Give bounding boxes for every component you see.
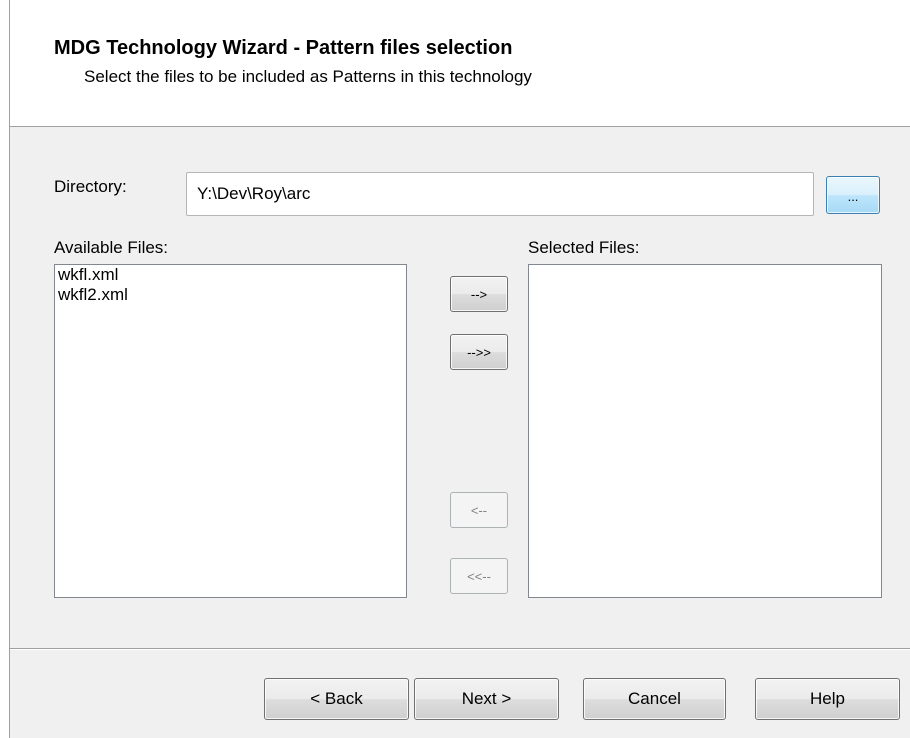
directory-input[interactable] [186, 172, 814, 216]
add-all-button[interactable]: -->> [450, 334, 508, 370]
next-button[interactable]: Next > [414, 678, 559, 720]
cancel-button[interactable]: Cancel [583, 678, 726, 720]
page-title: MDG Technology Wizard - Pattern files se… [54, 37, 513, 59]
available-files-list[interactable]: wkfl.xml wkfl2.xml [54, 264, 407, 598]
remove-all-button[interactable]: <<-- [450, 558, 508, 594]
help-button[interactable]: Help [755, 678, 900, 720]
selected-files-list[interactable] [528, 264, 882, 598]
page-subtitle: Select the files to be included as Patte… [84, 67, 532, 86]
directory-label: Directory: [54, 177, 127, 196]
browse-button[interactable]: ... [826, 176, 880, 214]
selected-files-label: Selected Files: [528, 238, 640, 257]
list-item[interactable]: wkfl.xml [55, 265, 406, 285]
remove-selected-button[interactable]: <-- [450, 492, 508, 528]
available-files-label: Available Files: [54, 238, 169, 257]
wizard-dialog: MDG Technology Wizard - Pattern files se… [9, 0, 910, 738]
back-button[interactable]: < Back [264, 678, 409, 720]
add-selected-button[interactable]: --> [450, 276, 508, 312]
wizard-header: MDG Technology Wizard - Pattern files se… [10, 0, 910, 127]
list-item[interactable]: wkfl2.xml [55, 285, 406, 305]
